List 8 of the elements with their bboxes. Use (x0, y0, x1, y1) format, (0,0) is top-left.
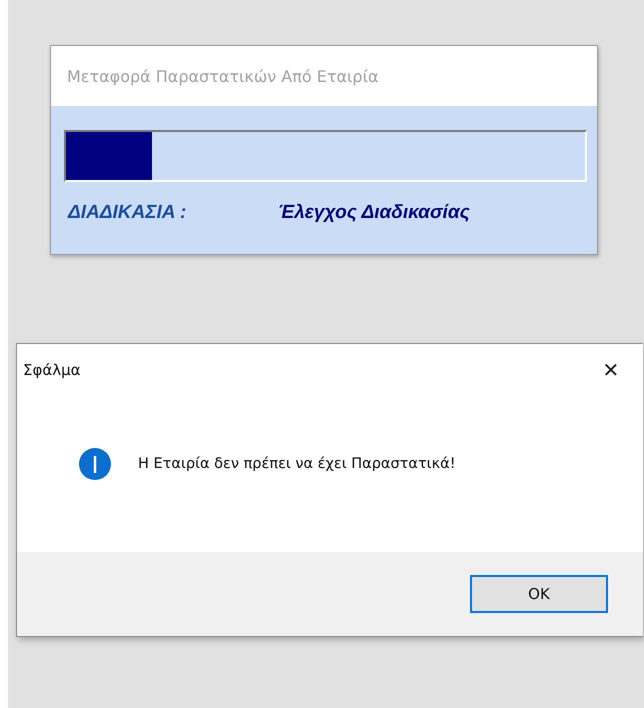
info-icon (79, 448, 111, 480)
close-button[interactable]: ✕ (591, 350, 631, 390)
process-value: Έλεγχος Διαδικασίας (278, 202, 470, 224)
error-message: Η Εταιρία δεν πρέπει να έχει Παραστατικά! (138, 456, 456, 472)
dialog-title: Σφάλμα (23, 361, 81, 379)
ok-button[interactable]: OK (470, 575, 608, 613)
window-title: Μεταφορά Παραστατικών Από Εταιρία (67, 66, 379, 86)
process-label: ΔΙΑΔΙΚΑΣΙΑ : (66, 202, 188, 224)
